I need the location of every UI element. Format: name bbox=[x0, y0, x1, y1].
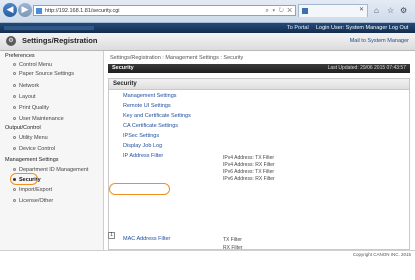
sidebar-item-license-other[interactable]: License/Other bbox=[13, 198, 53, 205]
sidebar-item-label: Control Menu bbox=[19, 62, 53, 68]
link-ipsec-settings[interactable]: IPSec Settings bbox=[123, 133, 159, 140]
sidebar-item-device-control[interactable]: Device Control bbox=[13, 146, 55, 153]
sidebar-item-label: User Maintenance bbox=[19, 116, 64, 122]
page-title: Settings/Registration bbox=[22, 36, 98, 45]
ip-filter-ipv6-rx: IPv6 Address: RX Filter bbox=[223, 176, 275, 182]
forward-arrow-icon[interactable]: ▶ bbox=[18, 3, 32, 17]
sidebar-item-label: Network bbox=[19, 83, 40, 89]
content-title: Security bbox=[112, 65, 134, 71]
url-text[interactable]: http://192.168.1.81/security.cgi bbox=[45, 7, 120, 15]
breadcrumb: Settings/Registration : Management Setti… bbox=[110, 55, 244, 61]
link-mac-address-filter[interactable]: MAC Address Filter bbox=[123, 236, 170, 243]
sidebar-item-control-menu[interactable]: Control Menu bbox=[13, 62, 52, 69]
link-key-and-certificate-settings[interactable]: Key and Certificate Settings bbox=[123, 113, 191, 120]
sidebar-item-utility-menu[interactable]: Utility Menu bbox=[13, 135, 48, 142]
panel-header: Security bbox=[109, 79, 409, 90]
settings-icon[interactable]: ⚙ bbox=[400, 6, 407, 15]
sidebar-item-label: Utility Menu bbox=[19, 135, 48, 141]
ip-filter-ipv4-tx: IPv4 Address: TX Filter bbox=[223, 155, 275, 161]
tab-favicon-icon bbox=[302, 8, 308, 14]
favorites-icon[interactable]: ☆ bbox=[387, 6, 394, 15]
bullet-icon bbox=[13, 117, 16, 121]
home-icon[interactable]: ⌂ bbox=[374, 6, 379, 15]
to-portal-link[interactable]: To Portal bbox=[287, 24, 309, 32]
sidebar-item-label: Device Control bbox=[19, 146, 56, 152]
sidebar-item-label: Print Quality bbox=[19, 105, 49, 111]
mac-address-filter-highlight-marker bbox=[109, 183, 170, 195]
footer: Copyright CANON INC. 2015 bbox=[0, 250, 415, 259]
browser-toolbar: ◀ ▶ http://192.168.1.81/security.cgi ⌕ ▾… bbox=[0, 0, 415, 23]
bullet-icon bbox=[13, 84, 16, 88]
mail-to-system-manager-link[interactable]: Mail to System Manager bbox=[350, 38, 409, 45]
browser-tab[interactable]: ✕ bbox=[298, 4, 368, 17]
bullet-icon bbox=[13, 106, 16, 110]
copyright: Copyright CANON INC. 2015 bbox=[352, 252, 411, 257]
bullet-icon bbox=[13, 136, 16, 140]
top-bar: To Portal Login User: System Manager Log… bbox=[0, 23, 415, 33]
last-updated: Last Updated: 29/06 2015 07:43:57 bbox=[327, 65, 406, 71]
sidebar: Preferences Control Menu Paper Source Se… bbox=[0, 51, 104, 255]
sidebar-item-paper-source-settings[interactable]: Paper Source Settings bbox=[13, 71, 74, 78]
bullet-icon bbox=[13, 72, 16, 76]
sidebar-item-user-maintenance[interactable]: User Maintenance bbox=[13, 116, 64, 123]
sidebar-item-label: Layout bbox=[19, 94, 36, 100]
sidebar-item-label: Paper Source Settings bbox=[19, 71, 75, 77]
close-tab-icon[interactable]: ✕ bbox=[359, 6, 364, 13]
sidebar-item-label: License/Other bbox=[19, 198, 54, 204]
sidebar-heading-preferences: Preferences bbox=[5, 53, 35, 59]
sidebar-item-layout[interactable]: Layout bbox=[13, 94, 36, 101]
bullet-icon bbox=[13, 95, 16, 99]
sidebar-item-import-export[interactable]: Import/Export bbox=[13, 187, 52, 194]
bullet-icon bbox=[13, 199, 16, 203]
link-ca-certificate-settings[interactable]: CA Certificate Settings bbox=[123, 123, 178, 130]
page-icon bbox=[36, 8, 42, 14]
section-title: Security bbox=[113, 81, 137, 87]
back-arrow-icon[interactable]: ◀ bbox=[3, 3, 17, 17]
gear-icon: ⚙ bbox=[6, 36, 16, 46]
address-bar[interactable]: http://192.168.1.81/security.cgi ⌕ ▾ ↻ ✕ bbox=[33, 5, 296, 16]
link-display-job-log[interactable]: Display Job Log bbox=[123, 143, 162, 150]
sidebar-heading-management-settings: Management Settings bbox=[5, 157, 59, 163]
main-content: Settings/Registration : Management Setti… bbox=[104, 51, 415, 255]
security-panel: Security Management Settings Remote UI S… bbox=[108, 78, 410, 251]
link-management-settings[interactable]: Management Settings bbox=[123, 93, 177, 100]
device-name-area bbox=[4, 26, 94, 30]
link-remote-ui-settings[interactable]: Remote UI Settings bbox=[123, 103, 171, 110]
ip-filter-ipv6-tx: IPv6 Address: TX Filter bbox=[223, 169, 275, 175]
login-user-info[interactable]: Login User: System Manager Log Out bbox=[316, 24, 408, 32]
page-header: ⚙ Settings/Registration Mail to System M… bbox=[0, 33, 415, 51]
security-header: Security Last Updated: 29/06 2015 07:43:… bbox=[108, 64, 410, 73]
bullet-icon bbox=[13, 63, 16, 67]
security-highlight-marker bbox=[10, 173, 38, 185]
bullet-icon bbox=[13, 147, 16, 151]
sidebar-item-print-quality[interactable]: Print Quality bbox=[13, 105, 49, 112]
sidebar-item-label: Import/Export bbox=[19, 187, 53, 193]
sidebar-item-network[interactable]: Network bbox=[13, 83, 39, 90]
page-indicator[interactable]: 1 bbox=[108, 232, 115, 239]
ip-filter-ipv4-rx: IPv4 Address: RX Filter bbox=[223, 162, 275, 168]
bullet-icon bbox=[13, 168, 16, 172]
bullet-icon bbox=[13, 188, 16, 192]
sidebar-heading-output-control: Output/Control bbox=[5, 125, 41, 131]
mac-filter-tx: TX Filter bbox=[223, 237, 242, 243]
address-controls[interactable]: ⌕ ▾ ↻ ✕ bbox=[265, 7, 293, 15]
link-ip-address-filter[interactable]: IP Address Filter bbox=[123, 153, 163, 160]
